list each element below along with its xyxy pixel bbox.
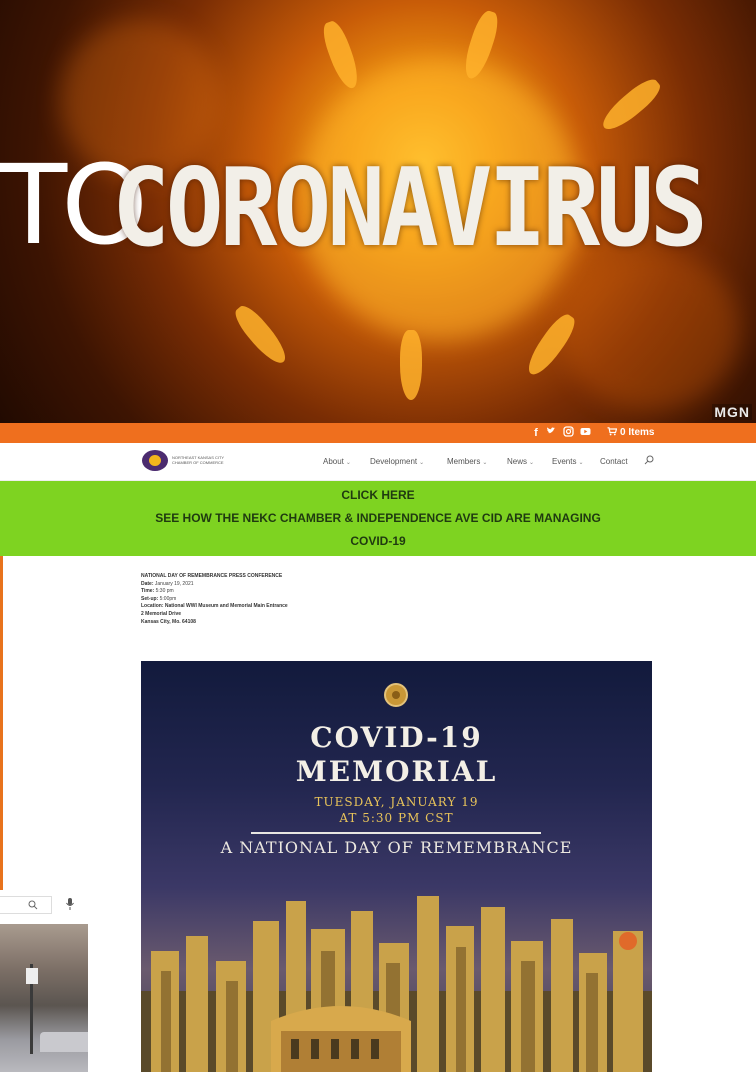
instagram-icon[interactable] (562, 426, 574, 440)
cart-link[interactable]: 0 Items (607, 426, 654, 440)
poster-title-2: MEMORIAL (295, 755, 498, 788)
virus-spike (597, 74, 665, 136)
search-box-fragment[interactable] (0, 896, 52, 914)
cart-icon (607, 427, 618, 436)
coronavirus-hero-image: TO CORONAVIRUS MGN (0, 0, 756, 425)
chamber-logo-icon[interactable] (142, 450, 168, 471)
logo-line-2: CHAMBER OF COMMERCE (172, 460, 224, 465)
covid-banner-line-2: SEE HOW THE NEKC CHAMBER & INDEPENDENCE … (155, 511, 601, 525)
virus-spike (230, 301, 292, 369)
virus-glow-small (560, 250, 740, 410)
press-conference-details: NATIONAL DAY OF REMEMBRANCE PRESS CONFER… (141, 573, 561, 626)
nav-label: News (507, 457, 528, 466)
poster-divider (251, 832, 541, 834)
nav-development[interactable]: Development ⌄ (370, 457, 424, 466)
chamber-logo-text[interactable]: NORTHEAST KANSAS CITY CHAMBER OF COMMERC… (172, 455, 224, 465)
mgn-watermark: MGN (712, 404, 752, 420)
press-address-2: Kansas City, Mo. 64108 (141, 618, 196, 625)
nav-events[interactable]: Events ⌄ (552, 457, 584, 466)
covid-banner-line-1: CLICK HERE (341, 488, 415, 502)
nav-members[interactable]: Members ⌄ (447, 457, 487, 466)
press-heading: NATIONAL DAY OF REMEMBRANCE PRESS CONFER… (141, 573, 283, 579)
nav-label: Development (370, 457, 418, 466)
facebook-icon[interactable]: f (532, 426, 540, 440)
nav-label: About (323, 457, 344, 466)
covid-banner-link[interactable]: CLICK HERE SEE HOW THE NEKC CHAMBER & IN… (0, 481, 756, 556)
press-time: Time: 5:30 pm (141, 588, 174, 595)
poster-time: AT 5:30 PM CST (339, 811, 454, 825)
press-location: Location: National WWI Museum and Memori… (141, 603, 288, 610)
seal-emblem-icon (384, 683, 408, 707)
twitter-icon[interactable] (546, 426, 556, 440)
chevron-down-icon: ⌄ (529, 460, 535, 466)
microphone-icon[interactable] (65, 897, 75, 911)
nav-contact[interactable]: Contact (600, 457, 628, 466)
nav-label: Members (447, 457, 481, 466)
covid-memorial-poster[interactable]: COVID-19 MEMORIAL TUESDAY, JANUARY 19 AT… (141, 661, 652, 1072)
top-social-strip: f 0 Items (0, 423, 756, 443)
hero-title: CORONAVIRUS (112, 145, 708, 271)
covid-banner-line-3: COVID-19 (350, 534, 406, 548)
chevron-down-icon: ⌄ (578, 460, 584, 466)
nav-about[interactable]: About ⌄ (323, 457, 351, 466)
poster-title-1: COVID-19 (310, 721, 483, 754)
vehicle (40, 1032, 88, 1052)
press-date: Date: January 19, 2021 (141, 580, 194, 587)
kansas-city-skyline-illustration (141, 896, 652, 1072)
chevron-down-icon: ⌄ (345, 460, 351, 466)
street-sign (26, 968, 38, 984)
virus-spike (318, 18, 364, 92)
street-photo-thumbnail[interactable] (0, 924, 88, 1072)
nav-label: Events (552, 457, 577, 466)
poster-date: TUESDAY, JANUARY 19 (314, 795, 479, 809)
youtube-icon[interactable] (579, 426, 591, 440)
search-icon[interactable] (644, 455, 654, 465)
poster-subtitle: A NATIONAL DAY OF REMEMBRANCE (220, 838, 573, 857)
press-setup: Set-up: 5:00pm (141, 595, 177, 602)
press-address-1: 2 Memorial Drive (141, 610, 182, 617)
chevron-down-icon: ⌄ (482, 460, 488, 466)
nav-news[interactable]: News ⌄ (507, 457, 534, 466)
cart-label: 0 Items (620, 427, 655, 438)
search-icon[interactable] (28, 900, 38, 910)
chevron-down-icon: ⌄ (419, 460, 425, 466)
nav-label: Contact (600, 457, 628, 466)
virus-spike (400, 330, 422, 400)
